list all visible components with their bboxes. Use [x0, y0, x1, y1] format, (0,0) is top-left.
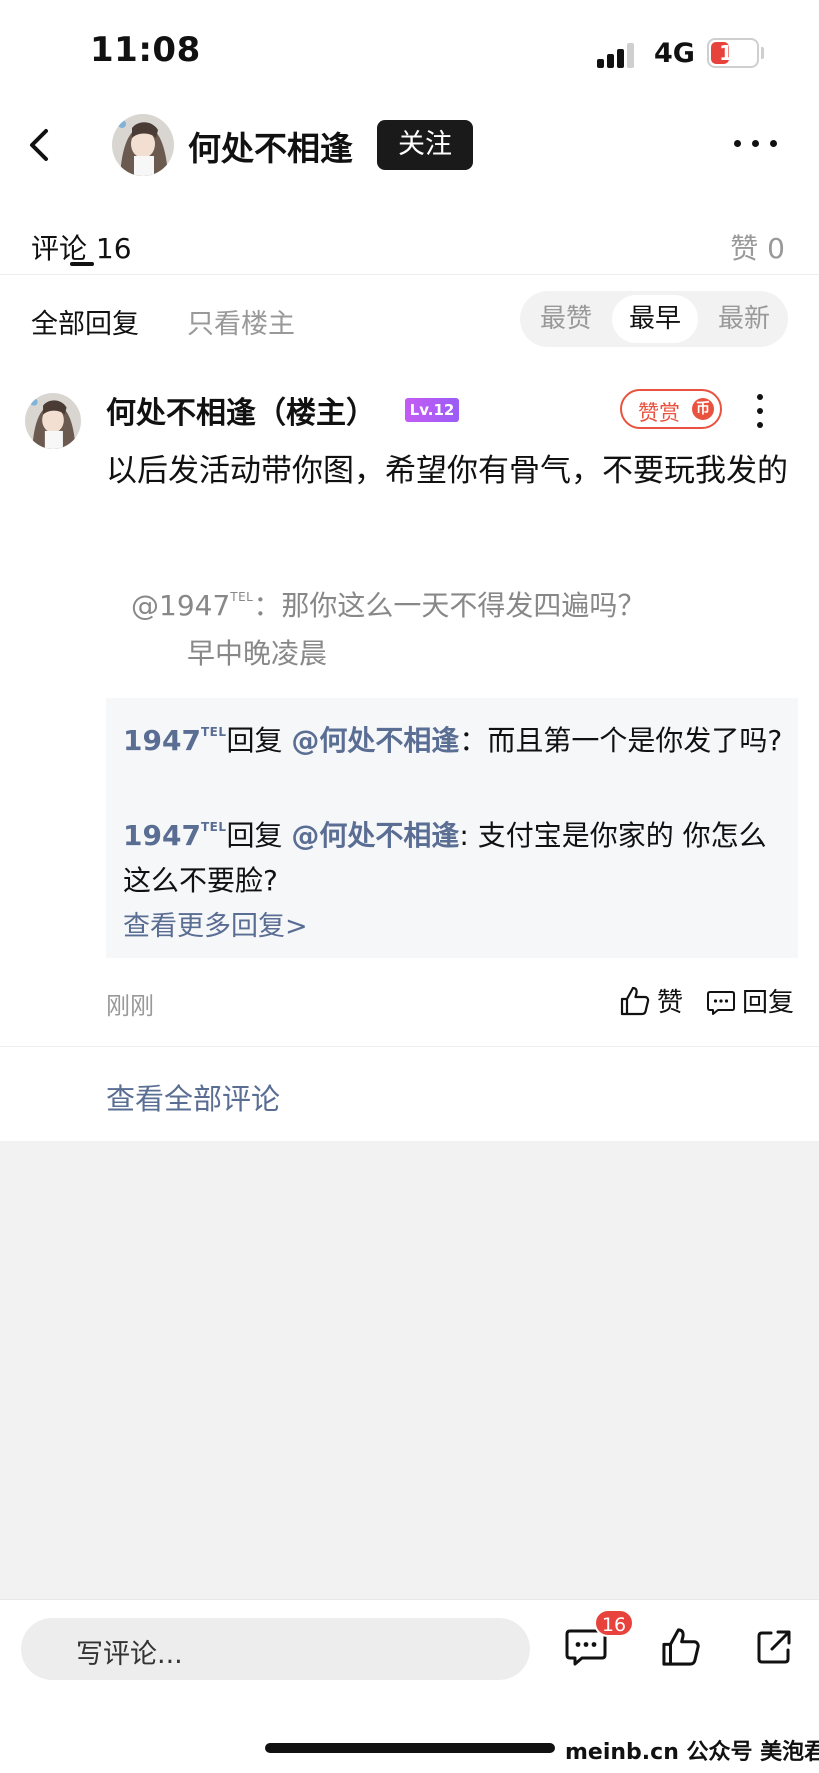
quoted-reply: @1947TEL：那你这么一天不得发四遍吗？ 早中晚凌晨	[131, 573, 781, 678]
quote-user[interactable]: @1947	[131, 589, 230, 622]
reply-button[interactable]: 回复	[706, 982, 794, 1019]
commenter-avatar[interactable]	[25, 393, 81, 449]
network-type: 4G	[654, 38, 695, 69]
quote-tail: 早中晚凌晨	[187, 637, 328, 670]
replies-box[interactable]: 1947TEL回复 @何处不相逢：而且第一个是你发了吗? 1947TEL回复 @…	[106, 698, 798, 958]
follow-button[interactable]: 关注	[377, 120, 473, 170]
reply-label: 回复	[742, 988, 795, 1018]
reply-item[interactable]: 1947TEL回复 @何处不相逢：而且第一个是你发了吗?	[123, 710, 791, 763]
more-vertical-icon[interactable]	[755, 394, 765, 428]
battery-level: 14	[719, 41, 747, 65]
reply-mention[interactable]: @何处不相逢	[291, 724, 459, 757]
sort-segmented-control: 最赞 最早 最新	[520, 291, 788, 347]
comment-author[interactable]: 何处不相逢（楼主）	[106, 388, 376, 432]
divider	[0, 1046, 819, 1047]
tab-active-indicator	[70, 262, 94, 266]
home-indicator	[265, 1743, 555, 1753]
status-time: 11:08	[90, 30, 201, 70]
comment-time: 刚刚	[106, 992, 154, 1020]
tab-likes[interactable]: 赞 0	[730, 227, 785, 267]
sort-earliest[interactable]: 最早	[612, 295, 698, 343]
comment-count-badge: 16	[594, 1609, 634, 1637]
reply-word: 回复	[226, 819, 283, 852]
tip-label: 赞赏	[638, 401, 680, 425]
view-all-comments-link[interactable]: 查看全部评论	[106, 1076, 280, 1118]
level-badge: Lv.12	[405, 398, 459, 422]
reply-text: ：而且第一个是你发了吗?	[459, 724, 783, 757]
back-icon[interactable]	[26, 125, 56, 165]
thumbs-up-icon[interactable]	[660, 1625, 702, 1669]
share-icon[interactable]	[754, 1627, 794, 1667]
filter-op-only[interactable]: 只看楼主	[187, 302, 295, 341]
tab-comments[interactable]: 评论 16	[31, 227, 132, 267]
reply-user-suffix: TEL	[200, 820, 227, 834]
reply-user[interactable]: 1947	[123, 724, 201, 757]
comment-input[interactable]: 写评论...	[21, 1618, 530, 1680]
coin-icon: 币	[692, 398, 714, 420]
comment-input-placeholder: 写评论...	[76, 1639, 183, 1670]
sort-most-liked[interactable]: 最赞	[524, 295, 608, 343]
divider	[0, 274, 819, 275]
quote-user-suffix: TEL	[230, 590, 254, 604]
view-more-replies-link[interactable]: 查看更多回复>	[123, 904, 308, 943]
quote-text: ：那你这么一天不得发四遍吗？	[253, 589, 646, 622]
empty-area	[0, 1141, 819, 1599]
reply-item[interactable]: 1947TEL回复 @何处不相逢: 支付宝是你家的 你怎么这么不要脸?	[123, 805, 791, 903]
watermark: meinb.cn 公众号 美泡君	[565, 1740, 819, 1765]
chat-bubble-icon	[707, 991, 735, 1015]
page-title: 何处不相逢	[188, 129, 353, 168]
like-button[interactable]: 赞	[619, 982, 683, 1019]
reply-mention[interactable]: @何处不相逢	[291, 819, 459, 852]
reply-word: 回复	[226, 724, 283, 757]
battery-icon: 14	[707, 38, 759, 68]
sort-newest[interactable]: 最新	[702, 295, 786, 343]
author-avatar[interactable]	[112, 114, 174, 176]
thumbs-up-icon	[620, 986, 650, 1016]
more-horizontal-icon[interactable]	[734, 140, 778, 150]
like-label: 赞	[657, 988, 684, 1018]
signal-icon	[597, 42, 641, 68]
reply-user-suffix: TEL	[200, 725, 227, 739]
filter-all-replies[interactable]: 全部回复	[31, 302, 139, 341]
comment-text: 以后发活动带你图，希望你有骨气，不要玩我发的	[106, 453, 788, 489]
battery-tip	[761, 47, 764, 59]
tip-button[interactable]: 赞赏 币	[620, 389, 722, 429]
reply-user[interactable]: 1947	[123, 819, 201, 852]
